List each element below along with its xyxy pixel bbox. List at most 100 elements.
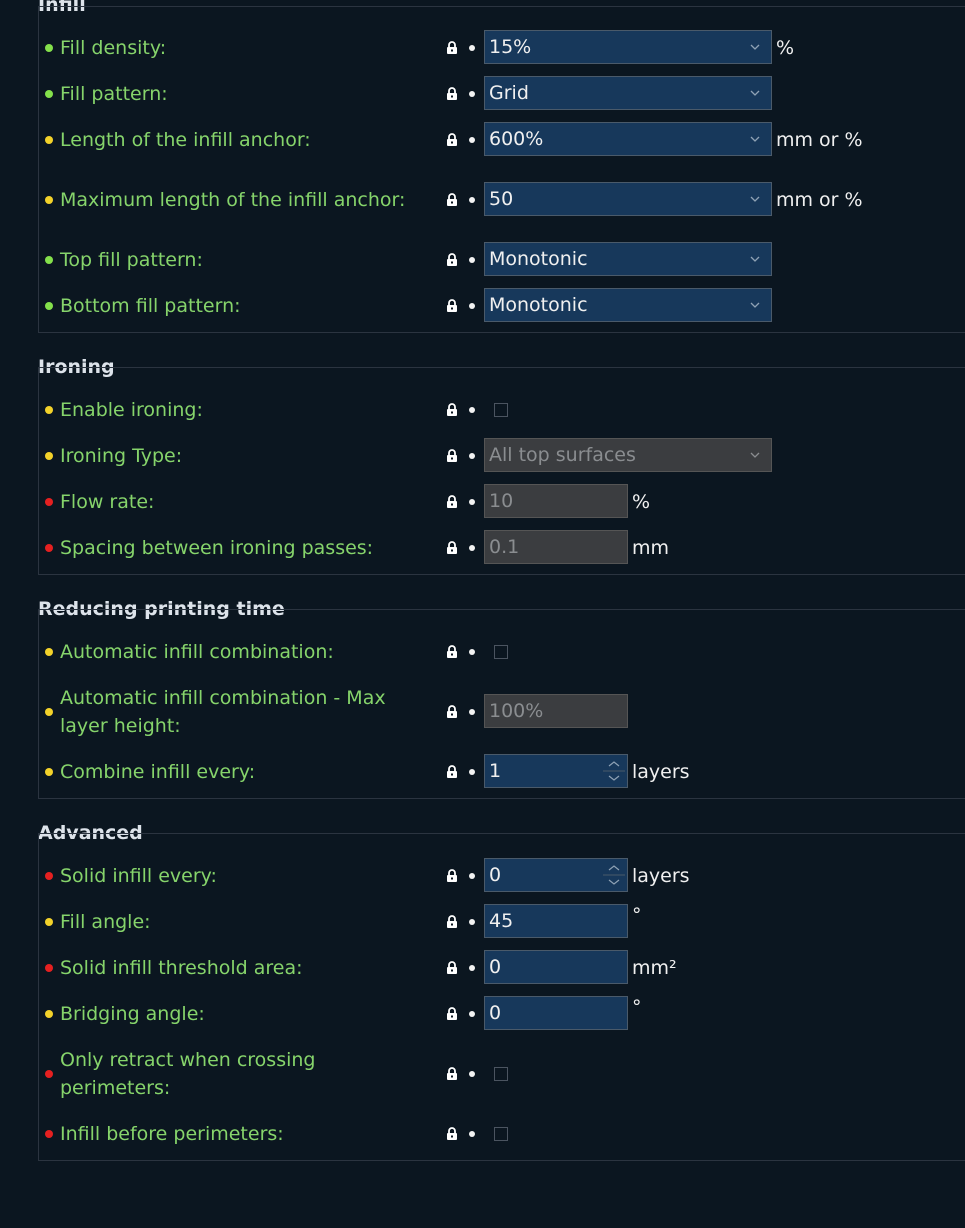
fill-density-combo[interactable]: 15% <box>484 30 772 64</box>
unit-label: ° <box>632 903 642 926</box>
bullet-icon[interactable] <box>469 137 475 143</box>
solid-infill-every-spinner[interactable]: 0 <box>484 858 628 892</box>
lock-icon[interactable] <box>445 299 459 313</box>
setting-label: Flow rate: <box>60 491 155 513</box>
auto-infill-combination-checkbox[interactable] <box>494 645 508 659</box>
row-ironing-type: Ironing Type: All top surfaces <box>0 438 965 474</box>
combo-value: Monotonic <box>489 294 588 316</box>
infill-before-perimeters-checkbox[interactable] <box>494 1127 508 1141</box>
lock-icon[interactable] <box>445 1067 459 1081</box>
row-ironing-spacing: Spacing between ironing passes: 0.1 mm <box>0 530 965 566</box>
enable-ironing-checkbox[interactable] <box>494 403 508 417</box>
infill-anchor-max-combo[interactable]: 50 <box>484 182 772 216</box>
chevron-down-icon <box>750 452 760 458</box>
combo-value: Monotonic <box>489 248 588 270</box>
unit-label: % <box>632 491 651 513</box>
bullet-icon[interactable] <box>469 1131 475 1137</box>
lock-icon[interactable] <box>445 765 459 779</box>
infill-anchor-combo[interactable]: 600% <box>484 122 772 156</box>
bullet-icon[interactable] <box>469 197 475 203</box>
unit-label: layers <box>632 761 690 783</box>
input-value: 0 <box>489 1002 502 1024</box>
lock-icon[interactable] <box>445 1127 459 1141</box>
yellow-hex-icon <box>45 918 53 926</box>
combo-value: 50 <box>489 188 514 210</box>
yellow-hex-icon <box>45 136 53 144</box>
row-auto-infill-combination: Automatic infill combination: <box>0 634 965 670</box>
unit-label: mm² <box>632 957 677 979</box>
bullet-icon[interactable] <box>469 545 475 551</box>
lock-icon[interactable] <box>445 87 459 101</box>
input-value: 0 <box>489 864 502 886</box>
spinner-arrows-icon[interactable] <box>603 861 625 889</box>
unit-label: ° <box>632 995 642 1018</box>
lock-icon[interactable] <box>445 645 459 659</box>
lock-icon[interactable] <box>445 193 459 207</box>
row-flow-rate: Flow rate: 10 % <box>0 484 965 520</box>
bullet-icon[interactable] <box>469 91 475 97</box>
setting-label: Enable ironing: <box>60 399 203 421</box>
setting-label: Maximum length of the infill anchor: <box>60 189 406 211</box>
red-hex-icon <box>45 964 53 972</box>
input-value: 0 <box>489 956 502 978</box>
row-enable-ironing: Enable ironing: <box>0 392 965 428</box>
chevron-down-icon <box>750 136 760 142</box>
bullet-icon[interactable] <box>469 873 475 879</box>
ironing-type-combo[interactable]: All top surfaces <box>484 438 772 472</box>
bullet-icon[interactable] <box>469 965 475 971</box>
top-fill-pattern-combo[interactable]: Monotonic <box>484 242 772 276</box>
bullet-icon[interactable] <box>469 769 475 775</box>
bullet-icon[interactable] <box>469 919 475 925</box>
fill-pattern-combo[interactable]: Grid <box>484 76 772 110</box>
combo-value: Grid <box>489 82 529 104</box>
row-combine-infill-every: Combine infill every: 1 layers <box>0 754 965 790</box>
lock-icon[interactable] <box>445 961 459 975</box>
row-fill-angle: Fill angle: 45 ° <box>0 904 965 940</box>
chevron-down-icon <box>750 256 760 262</box>
row-fill-density: Fill density: 15% % <box>0 30 965 66</box>
lock-icon[interactable] <box>445 41 459 55</box>
bullet-icon[interactable] <box>469 407 475 413</box>
combine-infill-every-spinner[interactable]: 1 <box>484 754 628 788</box>
bullet-icon[interactable] <box>469 649 475 655</box>
unit-label: mm <box>632 537 670 559</box>
lock-icon[interactable] <box>445 133 459 147</box>
lock-icon[interactable] <box>445 495 459 509</box>
lock-icon[interactable] <box>445 1007 459 1021</box>
only-retract-crossing-checkbox[interactable] <box>494 1067 508 1081</box>
ironing-spacing-input[interactable]: 0.1 <box>484 530 628 564</box>
input-value: 10 <box>489 490 514 512</box>
lock-icon[interactable] <box>445 869 459 883</box>
yellow-hex-icon <box>45 406 53 414</box>
setting-label: Infill before perimeters: <box>60 1123 284 1145</box>
bullet-icon[interactable] <box>469 453 475 459</box>
yellow-hex-icon <box>45 768 53 776</box>
bullet-icon[interactable] <box>469 257 475 263</box>
flow-rate-input[interactable]: 10 <box>484 484 628 518</box>
lock-icon[interactable] <box>445 705 459 719</box>
lock-icon[interactable] <box>445 541 459 555</box>
bridging-angle-input[interactable]: 0 <box>484 996 628 1030</box>
row-top-fill-pattern: Top fill pattern: Monotonic <box>0 242 965 278</box>
bullet-icon[interactable] <box>469 303 475 309</box>
setting-label: Combine infill every: <box>60 761 256 783</box>
bullet-icon[interactable] <box>469 709 475 715</box>
spinner-arrows-icon[interactable] <box>603 757 625 785</box>
row-bridging-angle: Bridging angle: 0 ° <box>0 996 965 1032</box>
bottom-fill-pattern-combo[interactable]: Monotonic <box>484 288 772 322</box>
lock-icon[interactable] <box>445 253 459 267</box>
lock-icon[interactable] <box>445 915 459 929</box>
lock-icon[interactable] <box>445 449 459 463</box>
green-hex-icon <box>45 44 53 52</box>
solid-infill-threshold-input[interactable]: 0 <box>484 950 628 984</box>
bullet-icon[interactable] <box>469 45 475 51</box>
bullet-icon[interactable] <box>469 1071 475 1077</box>
setting-label: Bridging angle: <box>60 1003 205 1025</box>
row-fill-pattern: Fill pattern: Grid <box>0 76 965 112</box>
red-hex-icon <box>45 1070 53 1078</box>
bullet-icon[interactable] <box>469 1011 475 1017</box>
bullet-icon[interactable] <box>469 499 475 505</box>
fill-angle-input[interactable]: 45 <box>484 904 628 938</box>
auto-infill-max-height-input[interactable]: 100% <box>484 694 628 728</box>
lock-icon[interactable] <box>445 403 459 417</box>
